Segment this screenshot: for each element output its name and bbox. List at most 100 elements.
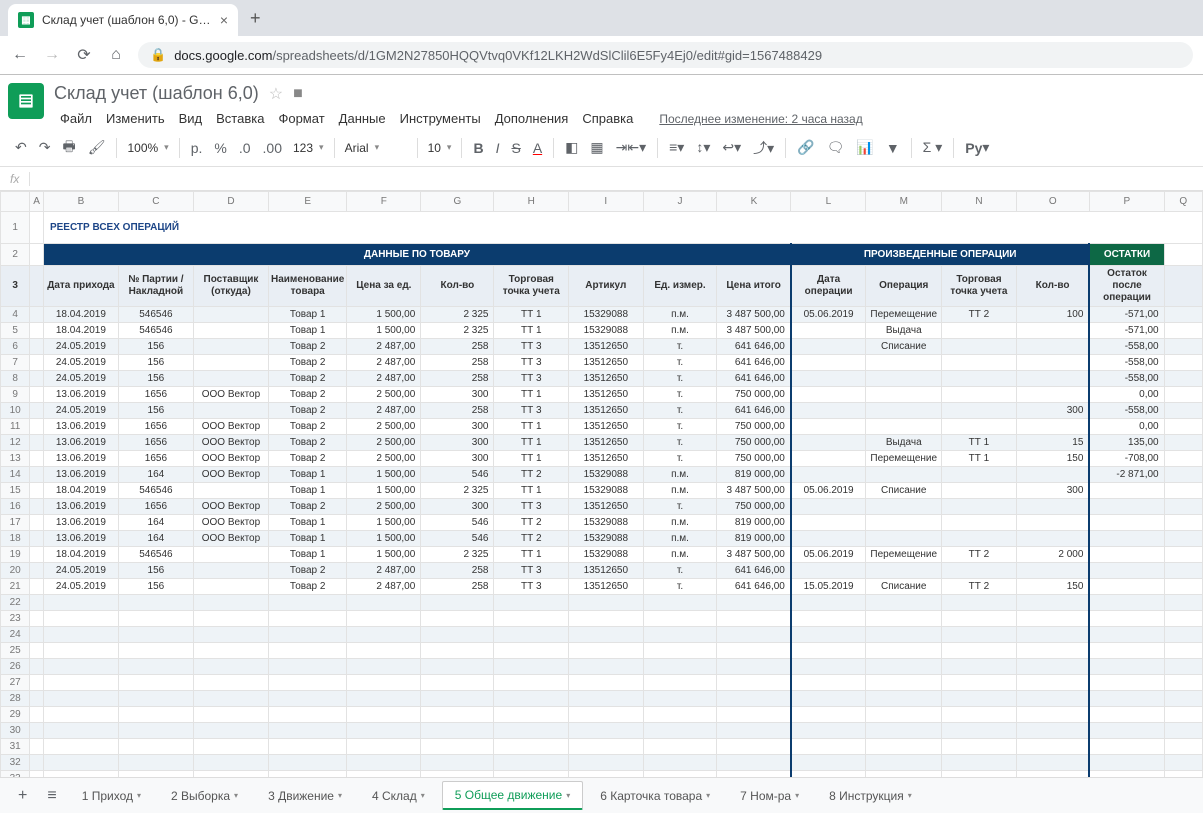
col-header-F[interactable]: F bbox=[347, 192, 421, 212]
new-tab-button[interactable]: + bbox=[250, 8, 261, 29]
row-header[interactable]: 24 bbox=[1, 627, 30, 643]
table-row[interactable]: 1518.04.2019546546Товар 11 500,002 325ТТ… bbox=[1, 483, 1203, 499]
cell[interactable]: 156 bbox=[118, 579, 193, 595]
borders-button[interactable]: ▦ bbox=[585, 135, 608, 160]
cell[interactable]: т. bbox=[643, 403, 717, 419]
cell[interactable]: -708,00 bbox=[1089, 451, 1164, 467]
browser-tab[interactable]: ▦ Склад учет (шаблон 6,0) - Goog × bbox=[8, 4, 238, 36]
cell[interactable]: 15329088 bbox=[569, 307, 644, 323]
cell[interactable] bbox=[1016, 387, 1089, 403]
cell[interactable]: т. bbox=[643, 371, 717, 387]
back-button[interactable]: ← bbox=[10, 46, 30, 64]
cell[interactable]: 13512650 bbox=[569, 419, 644, 435]
row-header[interactable]: 6 bbox=[1, 339, 30, 355]
cell[interactable]: 2 325 bbox=[421, 323, 494, 339]
cell[interactable] bbox=[866, 499, 942, 515]
col-header-C[interactable]: C bbox=[118, 192, 193, 212]
cell[interactable]: -558,00 bbox=[1089, 355, 1164, 371]
cell[interactable]: 13512650 bbox=[569, 355, 644, 371]
cell[interactable]: 641 646,00 bbox=[717, 563, 791, 579]
col-header-B[interactable]: B bbox=[43, 192, 118, 212]
cell[interactable]: 13.06.2019 bbox=[43, 531, 118, 547]
undo-button[interactable]: ↶ bbox=[10, 135, 32, 160]
bold-button[interactable]: B bbox=[468, 136, 488, 160]
sheet-tab[interactable]: 4 Склад bbox=[359, 781, 438, 810]
star-icon[interactable]: ☆ bbox=[269, 84, 283, 104]
fill-color-button[interactable]: ◧ bbox=[560, 135, 583, 160]
table-row[interactable]: 1213.06.20191656ООО ВекторТовар 22 500,0… bbox=[1, 435, 1203, 451]
cell[interactable] bbox=[193, 547, 268, 563]
last-edit-link[interactable]: Последнее изменение: 2 часа назад bbox=[653, 109, 868, 129]
cell[interactable]: 258 bbox=[421, 579, 494, 595]
cell[interactable]: 1656 bbox=[118, 435, 193, 451]
row-header[interactable]: 7 bbox=[1, 355, 30, 371]
menu-Дополнения[interactable]: Дополнения bbox=[489, 108, 575, 129]
col-header-Q[interactable]: Q bbox=[1164, 192, 1202, 212]
cell[interactable] bbox=[866, 355, 942, 371]
cell[interactable] bbox=[193, 403, 268, 419]
cell[interactable]: 641 646,00 bbox=[717, 371, 791, 387]
row-header[interactable]: 32 bbox=[1, 755, 30, 771]
sheet-tab[interactable]: 6 Карточка товара bbox=[587, 781, 723, 810]
cell[interactable]: 641 646,00 bbox=[717, 355, 791, 371]
sheet-tab[interactable]: 3 Движение bbox=[255, 781, 355, 810]
cell[interactable]: ТТ 3 bbox=[494, 339, 569, 355]
percent-button[interactable]: % bbox=[209, 136, 231, 160]
cell[interactable] bbox=[942, 531, 1017, 547]
header-cell[interactable]: Поставщик (откуда) bbox=[193, 266, 268, 307]
cell[interactable]: 300 bbox=[421, 451, 494, 467]
cell[interactable]: т. bbox=[643, 563, 717, 579]
functions-button[interactable]: Σ ▾ bbox=[918, 135, 948, 160]
rotate-button[interactable]: ⤴▾ bbox=[748, 134, 779, 162]
row-header[interactable]: 11 bbox=[1, 419, 30, 435]
sheet-tab[interactable]: 5 Общее движение bbox=[442, 781, 583, 810]
cell[interactable]: п.м. bbox=[643, 515, 717, 531]
cell[interactable] bbox=[866, 531, 942, 547]
cell[interactable]: ТТ 1 bbox=[494, 419, 569, 435]
cell[interactable]: 15329088 bbox=[569, 483, 644, 499]
cell[interactable]: 13512650 bbox=[569, 563, 644, 579]
cell[interactable]: 1656 bbox=[118, 451, 193, 467]
cell[interactable]: 164 bbox=[118, 531, 193, 547]
cell[interactable]: ТТ 3 bbox=[494, 563, 569, 579]
cell[interactable]: 13.06.2019 bbox=[43, 451, 118, 467]
row-header[interactable]: 16 bbox=[1, 499, 30, 515]
cell[interactable]: 18.04.2019 bbox=[43, 307, 118, 323]
cell[interactable] bbox=[942, 563, 1017, 579]
cell[interactable]: 164 bbox=[118, 467, 193, 483]
header-cell[interactable]: Торговая точка учета bbox=[942, 266, 1017, 307]
col-header-E[interactable]: E bbox=[269, 192, 347, 212]
menu-Данные[interactable]: Данные bbox=[333, 108, 392, 129]
cell[interactable]: 05.06.2019 bbox=[791, 307, 866, 323]
cell[interactable]: 05.06.2019 bbox=[791, 483, 866, 499]
cell[interactable]: 0,00 bbox=[1089, 387, 1164, 403]
cell[interactable]: 1656 bbox=[118, 387, 193, 403]
cell[interactable]: Выдача bbox=[866, 323, 942, 339]
cell[interactable]: т. bbox=[643, 387, 717, 403]
cell[interactable]: ООО Вектор bbox=[193, 435, 268, 451]
table-row[interactable]: 1613.06.20191656ООО ВекторТовар 22 500,0… bbox=[1, 499, 1203, 515]
cell[interactable]: т. bbox=[643, 419, 717, 435]
cell[interactable]: 13.06.2019 bbox=[43, 515, 118, 531]
cell[interactable]: Товар 2 bbox=[269, 387, 347, 403]
cell[interactable]: -571,00 bbox=[1089, 307, 1164, 323]
menu-Справка[interactable]: Справка bbox=[576, 108, 639, 129]
cell[interactable]: ТТ 2 bbox=[942, 547, 1017, 563]
cell[interactable] bbox=[791, 419, 866, 435]
cell[interactable]: 1 500,00 bbox=[347, 307, 421, 323]
cell[interactable] bbox=[866, 467, 942, 483]
cell[interactable]: Товар 2 bbox=[269, 579, 347, 595]
col-header-L[interactable]: L bbox=[791, 192, 866, 212]
cell[interactable]: ТТ 3 bbox=[494, 579, 569, 595]
row-header[interactable]: 4 bbox=[1, 307, 30, 323]
cell[interactable]: -571,00 bbox=[1089, 323, 1164, 339]
cell[interactable]: 300 bbox=[1016, 483, 1089, 499]
cell[interactable]: ТТ 3 bbox=[494, 371, 569, 387]
cell[interactable]: 300 bbox=[421, 435, 494, 451]
cell[interactable]: ТТ 1 bbox=[494, 387, 569, 403]
cell[interactable] bbox=[791, 499, 866, 515]
cell[interactable]: Товар 1 bbox=[269, 467, 347, 483]
cell[interactable] bbox=[942, 499, 1017, 515]
cell[interactable]: ООО Вектор bbox=[193, 451, 268, 467]
col-header-A[interactable]: A bbox=[30, 192, 44, 212]
